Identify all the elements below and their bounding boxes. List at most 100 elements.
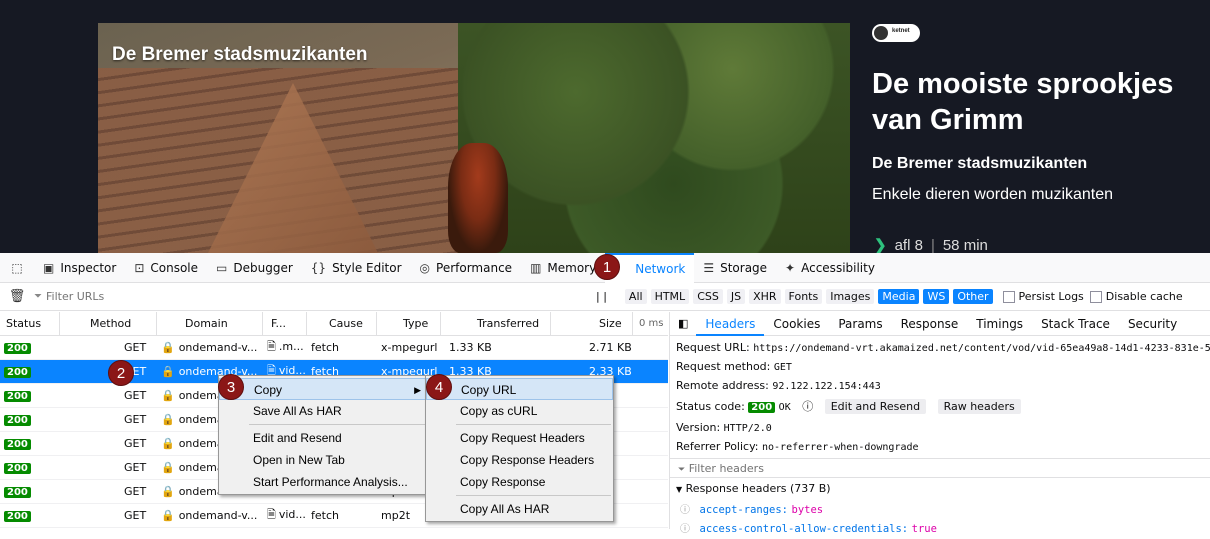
request-url[interactable]: https://ondemand-vrt.akamaized.net/conte… <box>753 343 1210 354</box>
ketnet-logo[interactable]: ketnet <box>872 24 920 42</box>
edit-resend-button[interactable]: Edit and Resend <box>824 399 927 414</box>
checkbox-label: Disable cache <box>1105 290 1183 303</box>
tab-label: Console <box>150 260 199 275</box>
col-type[interactable]: Type <box>377 311 441 336</box>
filter-ws[interactable]: WS <box>923 289 950 304</box>
type-cell: mp2t <box>381 509 411 522</box>
tab-stack-trace[interactable]: Stack Trace <box>1032 312 1119 336</box>
request-method: GET <box>773 362 792 373</box>
pause-button[interactable]: | | <box>596 290 607 303</box>
filter-js[interactable]: JS <box>726 289 746 304</box>
triangle-down-icon: ▼ <box>676 485 683 494</box>
filter-html[interactable]: HTML <box>650 289 690 304</box>
step-badge-4: 4 <box>426 374 452 400</box>
filter-other[interactable]: Other <box>953 289 993 304</box>
tab-performance[interactable]: ◎ Performance <box>411 253 522 283</box>
filter-media[interactable]: Media <box>878 289 920 304</box>
filter-css[interactable]: CSS <box>693 289 723 304</box>
tab-memory[interactable]: ▥ Memory <box>521 253 605 283</box>
help-icon[interactable]: ⓘ <box>680 505 690 516</box>
help-icon[interactable]: ⓘ <box>680 524 690 535</box>
help-icon[interactable]: ⓘ <box>802 400 813 413</box>
table-header: Status Method Domain F... Cause Type Tra… <box>0 311 668 336</box>
episode-title: De Bremer stadsmuzikanten <box>872 155 1088 172</box>
lock-icon: 🔒 <box>161 485 175 498</box>
menu-item-edit-resend[interactable]: Edit and Resend <box>219 427 430 449</box>
tab-accessibility[interactable]: ✦ Accessibility <box>776 253 884 283</box>
col-transferred[interactable]: Transferred <box>441 311 551 336</box>
col-domain[interactable]: Domain <box>157 311 263 336</box>
tab-label: Accessibility <box>801 260 875 275</box>
menu-item-copy-response-headers[interactable]: Copy Response Headers <box>426 449 613 471</box>
filter-urls-input[interactable] <box>46 285 566 308</box>
persist-logs-checkbox[interactable]: Persist Logs <box>1002 290 1084 303</box>
col-file[interactable]: F... <box>263 311 307 336</box>
tab-console[interactable]: ⊡ Console <box>125 253 207 283</box>
tab-cookies[interactable]: Cookies <box>764 312 829 336</box>
label: Referrer Policy: <box>676 440 759 453</box>
menu-item-performance-analysis[interactable]: Start Performance Analysis... <box>219 471 430 493</box>
table-cell: 200 <box>0 461 60 474</box>
tab-style-editor[interactable]: {} Style Editor <box>302 253 411 283</box>
table-cell: 200 <box>0 365 60 378</box>
trash-icon[interactable]: 🗑 <box>0 289 34 304</box>
menu-item-save-all-har[interactable]: Save All As HAR <box>219 400 430 422</box>
filter-images[interactable]: Images <box>826 289 875 304</box>
table-cell: 🔒ondemand-v... <box>157 341 263 354</box>
col-method[interactable]: Method <box>60 311 157 336</box>
video-player[interactable]: De Bremer stadsmuzikanten <box>98 23 850 253</box>
status-badge: 200 <box>4 367 31 378</box>
panel-toggle-icon[interactable]: ◧ <box>670 317 696 330</box>
raw-headers-button[interactable]: Raw headers <box>937 399 1021 414</box>
table-cell: GET <box>60 341 157 354</box>
table-row[interactable]: 200 GET 🔒 ondemand-v... 🗎 .m... fetch x-mpegurl… <box>0 336 668 360</box>
request-url-line: Request URL: https://ondemand-vrt.akamai… <box>670 338 1210 357</box>
tab-timings[interactable]: Timings <box>967 312 1032 336</box>
tab-response[interactable]: Response <box>892 312 968 336</box>
tab-headers[interactable]: Headers <box>696 312 765 336</box>
table-cell: fetch <box>307 341 377 354</box>
filter-xhr[interactable]: XHR <box>749 289 781 304</box>
tab-storage[interactable]: ☰ Storage <box>694 253 776 283</box>
response-headers-section[interactable]: ▼ Response headers (737 B) <box>670 478 1210 500</box>
col-size[interactable]: Size <box>551 311 633 336</box>
element-picker-button[interactable]: ⬚ <box>0 253 34 283</box>
menu-item-copy[interactable]: Copy ▶ <box>219 378 430 400</box>
filter-all[interactable]: All <box>624 289 647 304</box>
menu-item-copy-curl[interactable]: Copy as cURL <box>426 400 613 422</box>
type-cell: x-mpegurl <box>381 341 438 354</box>
col-waterfall[interactable]: 0 ms <box>633 312 668 336</box>
show-title: De mooiste sprookjes van Grimm <box>872 68 1174 136</box>
menu-item-copy-all-har[interactable]: Copy All As HAR <box>426 498 613 520</box>
label: Request URL: <box>676 341 750 354</box>
copy-submenu: Copy URL Copy as cURL Copy Request Heade… <box>425 375 614 522</box>
context-menu: Copy ▶ Save All As HAR Edit and Resend Op… <box>218 375 431 495</box>
tab-inspector[interactable]: ▣ Inspector <box>34 253 125 283</box>
method-cell: GET <box>124 413 147 426</box>
menu-label: Copy Request Headers <box>460 431 585 445</box>
tab-params[interactable]: Params <box>829 312 891 336</box>
label: Status code: <box>676 400 745 413</box>
remote-address: 92.122.122.154:443 <box>772 381 881 392</box>
table-cell: 2.71 KB <box>551 341 633 354</box>
col-status[interactable]: Status <box>0 311 60 336</box>
menu-item-open-new-tab[interactable]: Open in New Tab <box>219 449 430 471</box>
menu-item-copy-url[interactable]: Copy URL <box>426 378 613 400</box>
table-cell: x-mpegurl <box>377 341 441 354</box>
tab-debugger[interactable]: ▭ Debugger <box>207 253 302 283</box>
method-cell: GET <box>124 485 147 498</box>
filter-fonts[interactable]: Fonts <box>784 289 823 304</box>
lock-icon: 🔒 <box>161 341 175 354</box>
checkbox-box <box>1089 290 1102 303</box>
table-cell: 🗎 .m... <box>263 338 307 357</box>
disable-cache-checkbox[interactable]: Disable cache <box>1089 290 1183 303</box>
filter-headers-input[interactable]: ⏷ Filter headers <box>670 458 1210 478</box>
menu-separator <box>456 424 611 425</box>
lock-icon: 🔒 <box>161 389 175 402</box>
tab-security[interactable]: Security <box>1119 312 1186 336</box>
menu-item-copy-request-headers[interactable]: Copy Request Headers <box>426 427 613 449</box>
table-cell: 200 <box>0 509 60 522</box>
col-cause[interactable]: Cause <box>307 311 377 336</box>
menu-item-copy-response[interactable]: Copy Response <box>426 471 613 493</box>
table-cell: 200 <box>0 413 60 426</box>
